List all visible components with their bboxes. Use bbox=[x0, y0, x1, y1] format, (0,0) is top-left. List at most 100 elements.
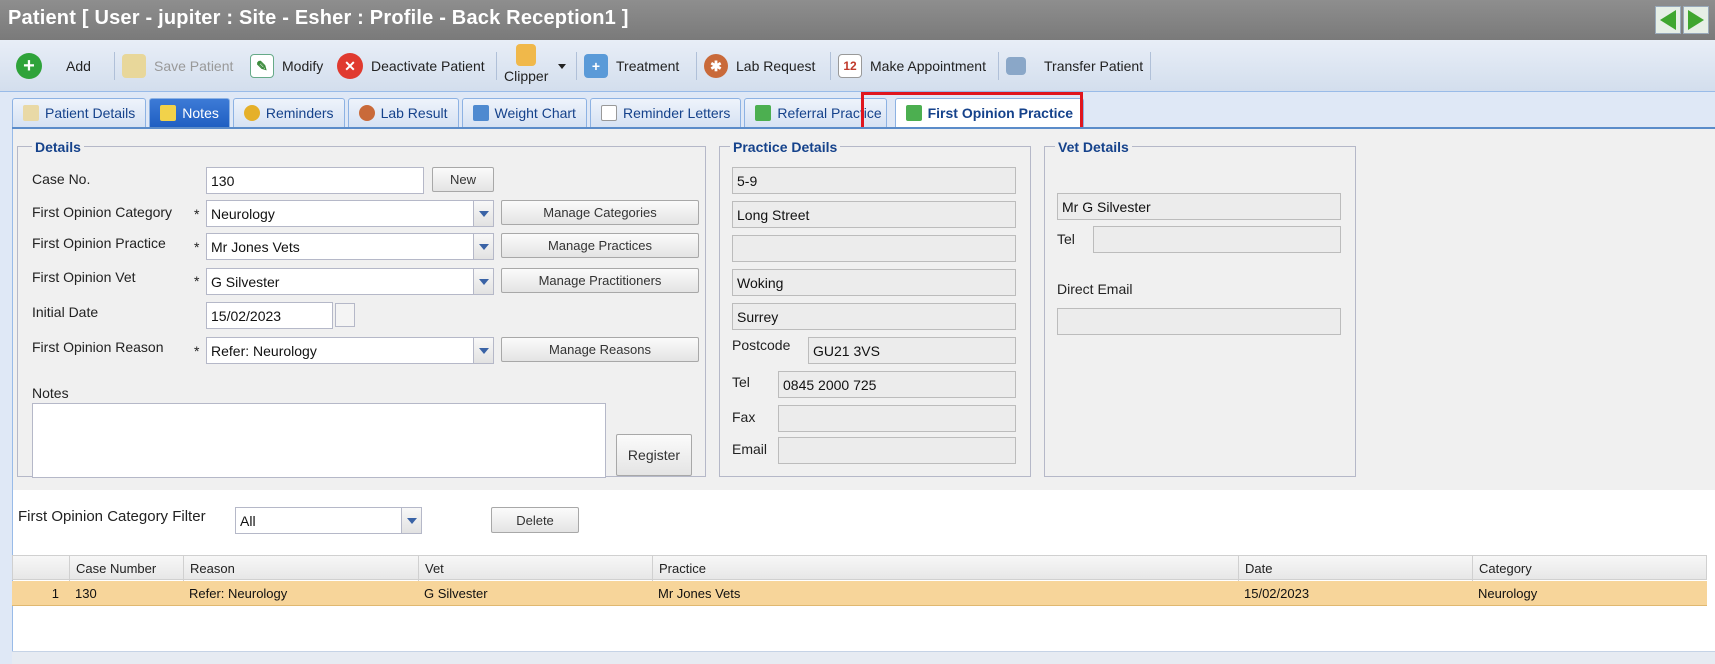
grid-pager bbox=[12, 651, 1715, 664]
column-header[interactable]: Practice bbox=[653, 556, 1239, 581]
manage-practices-button[interactable]: Manage Practices bbox=[501, 233, 699, 258]
delete-button[interactable]: Delete bbox=[491, 507, 579, 533]
column-header[interactable]: Vet bbox=[419, 556, 653, 581]
tab-notes[interactable]: Notes bbox=[149, 98, 230, 127]
make-appointment-button[interactable]: 12 Make Appointment bbox=[838, 40, 986, 92]
notes-label: Notes bbox=[32, 385, 69, 401]
users-icon bbox=[1006, 57, 1026, 75]
column-header[interactable]: Reason bbox=[184, 556, 419, 581]
chevron-down-icon[interactable] bbox=[473, 338, 493, 363]
plus-icon: + bbox=[16, 53, 42, 79]
vet-label: First Opinion Vet bbox=[32, 269, 136, 285]
tab-reminder-letters[interactable]: Reminder Letters bbox=[589, 98, 742, 127]
practice-address-line3 bbox=[732, 235, 1016, 262]
column-header[interactable]: Case Number bbox=[70, 556, 184, 581]
details-legend: Details bbox=[32, 139, 84, 155]
deactivate-patient-button[interactable]: ✕ Deactivate Patient bbox=[337, 40, 485, 92]
clipboard-icon bbox=[516, 44, 537, 66]
chevron-down-icon[interactable] bbox=[401, 508, 421, 533]
chevron-down-icon[interactable] bbox=[473, 269, 493, 294]
practice-address-line1: 5-9 bbox=[732, 167, 1016, 194]
practice-fax-label: Fax bbox=[732, 409, 756, 425]
bell-icon bbox=[243, 105, 260, 121]
practice-email-label: Email bbox=[732, 441, 768, 457]
window-titlebar: Patient [ User - jupiter : Site - Esher … bbox=[0, 0, 1715, 40]
back-arrow-icon[interactable] bbox=[1655, 6, 1681, 34]
first-aid-icon: + bbox=[584, 54, 608, 78]
practice-details-fieldset: Practice Details 5-9 Long Street Woking … bbox=[719, 139, 1031, 477]
calendar-icon: 12 bbox=[838, 54, 862, 78]
save-patient-button[interactable]: Save Patient bbox=[122, 40, 233, 92]
table-row[interactable]: 1 130 Refer: Neurology G Silvester Mr Jo… bbox=[12, 581, 1707, 606]
tab-weight-chart[interactable]: Weight Chart bbox=[461, 98, 587, 127]
practice-address-line2: Long Street bbox=[732, 201, 1016, 228]
forward-arrow-icon[interactable] bbox=[1683, 6, 1709, 34]
manage-categories-button[interactable]: Manage Categories bbox=[501, 200, 699, 225]
note-icon bbox=[160, 105, 177, 121]
column-header[interactable]: Category bbox=[1473, 556, 1707, 581]
practice-town: Woking bbox=[732, 269, 1016, 296]
clipper-button[interactable]: Clipper bbox=[504, 40, 548, 92]
chevron-down-icon bbox=[558, 63, 566, 69]
lab-request-button[interactable]: ✱ Lab Request bbox=[704, 40, 815, 92]
manage-practitioners-button[interactable]: Manage Practitioners bbox=[501, 268, 699, 293]
document-icon bbox=[600, 105, 617, 121]
molecule-icon bbox=[358, 105, 375, 121]
edit-icon bbox=[23, 105, 39, 121]
practice-email bbox=[778, 437, 1016, 464]
category-label: First Opinion Category bbox=[32, 204, 173, 220]
details-fieldset: Details Case No. 130 New First Opinion C… bbox=[17, 139, 706, 478]
vet-select[interactable]: G Silvester bbox=[206, 268, 494, 295]
manage-reasons-button[interactable]: Manage Reasons bbox=[501, 337, 699, 362]
practice-tel-label: Tel bbox=[732, 374, 750, 390]
chevron-down-icon[interactable] bbox=[473, 201, 493, 226]
practice-select[interactable]: Mr Jones Vets bbox=[206, 233, 494, 260]
practice-county: Surrey bbox=[732, 303, 1016, 330]
practice-tel: 0845 2000 725 bbox=[778, 371, 1016, 398]
vet-tel-label: Tel bbox=[1057, 231, 1075, 247]
practice-label: First Opinion Practice bbox=[32, 235, 166, 251]
vet-details-fieldset: Vet Details Mr G Silvester Tel Direct Em… bbox=[1044, 139, 1356, 477]
edit-icon: ✎ bbox=[250, 54, 274, 78]
window-title: Patient [ User - jupiter : Site - Esher … bbox=[8, 7, 629, 29]
chevron-down-icon[interactable] bbox=[473, 234, 493, 259]
case-no-input[interactable]: 130 bbox=[206, 167, 424, 194]
refresh-icon bbox=[755, 105, 772, 121]
case-no-label: Case No. bbox=[32, 171, 91, 187]
modify-button[interactable]: ✎ Modify bbox=[250, 40, 323, 92]
tab-reminders[interactable]: Reminders bbox=[232, 98, 345, 127]
column-header[interactable]: Date bbox=[1239, 556, 1473, 581]
register-button[interactable]: Register bbox=[616, 434, 692, 476]
vet-email bbox=[1057, 308, 1341, 335]
vet-details-legend: Vet Details bbox=[1055, 139, 1132, 155]
practice-postcode: GU21 3VS bbox=[808, 337, 1016, 364]
molecule-icon: ✱ bbox=[704, 54, 728, 78]
treatment-button[interactable]: + Treatment bbox=[584, 40, 679, 92]
tab-patient-details[interactable]: Patient Details bbox=[12, 98, 147, 127]
save-icon bbox=[122, 54, 146, 78]
tab-lab-result[interactable]: Lab Result bbox=[347, 98, 459, 127]
new-button[interactable]: New bbox=[432, 167, 494, 192]
clipper-dropdown-button[interactable] bbox=[558, 40, 566, 92]
reason-label: First Opinion Reason bbox=[32, 339, 164, 355]
add-button[interactable]: + Add bbox=[16, 40, 91, 92]
grid-header: Case Number Reason Vet Practice Date Cat… bbox=[12, 555, 1707, 581]
calendar-icon[interactable] bbox=[335, 303, 355, 327]
postcode-label: Postcode bbox=[732, 337, 791, 353]
filter-label: First Opinion Category Filter bbox=[18, 508, 206, 525]
transfer-patient-button[interactable]: Transfer Patient bbox=[1006, 40, 1143, 92]
bar-chart-icon bbox=[472, 105, 489, 121]
practice-fax bbox=[778, 405, 1016, 432]
vet-email-label: Direct Email bbox=[1057, 281, 1133, 297]
vet-name: Mr G Silvester bbox=[1057, 193, 1341, 220]
reason-select[interactable]: Refer: Neurology bbox=[206, 337, 494, 364]
toolbar: + Add Save Patient ✎ Modify ✕ Deactivate… bbox=[0, 40, 1715, 92]
category-select[interactable]: Neurology bbox=[206, 200, 494, 227]
initial-date-input[interactable]: 15/02/2023 bbox=[206, 302, 333, 329]
vet-tel bbox=[1093, 226, 1341, 253]
category-filter-select[interactable]: All bbox=[235, 507, 422, 534]
close-icon: ✕ bbox=[337, 53, 363, 79]
notes-textarea[interactable] bbox=[32, 403, 606, 478]
practice-details-legend: Practice Details bbox=[730, 139, 841, 155]
initial-date-label: Initial Date bbox=[32, 304, 99, 320]
